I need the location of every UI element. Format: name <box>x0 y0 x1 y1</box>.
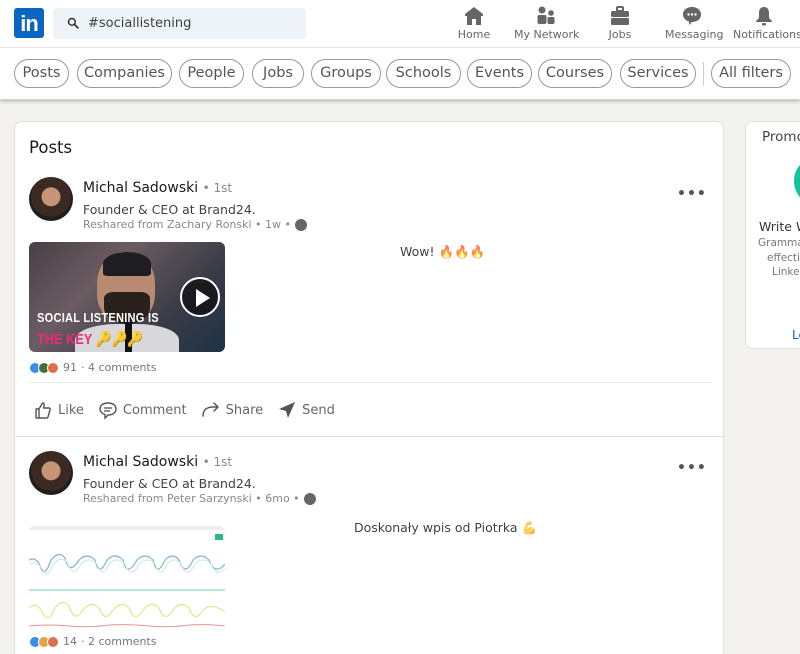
post-author[interactable]: Michal Sadowski • 1st <box>83 180 232 196</box>
filter-posts[interactable]: Posts <box>14 59 69 88</box>
bell-icon <box>756 7 772 26</box>
comment-icon <box>99 402 117 420</box>
social-counts[interactable]: 91 · 4 comments <box>29 361 156 374</box>
all-filters-button[interactable]: All filters <box>711 59 791 88</box>
promo-learn-more-link[interactable]: Le <box>792 328 800 342</box>
promoted-card[interactable]: Promoted Write W Grammar effectiv Linked… <box>745 121 800 349</box>
thumbnail-badge <box>215 534 223 540</box>
analytics-chart-thumbnail <box>29 534 225 628</box>
post-actions: Like Comment Share Send <box>29 400 345 420</box>
post-image[interactable] <box>29 526 225 630</box>
comment-button[interactable]: Comment <box>94 400 191 420</box>
post-video[interactable]: SOCIAL LISTENING IS THE KEY 🔑🔑🔑 <box>29 242 225 352</box>
posts-results-card: Posts Michal Sadowski • 1st Founder & CE… <box>14 121 724 654</box>
search-input[interactable]: #sociallistening <box>53 8 306 39</box>
more-options-button[interactable]: ••• <box>677 460 707 476</box>
post-text: Doskonały wpis od Piotrka 💪 <box>354 520 538 535</box>
nav-messaging[interactable]: Messaging <box>665 4 724 44</box>
author-headline: Founder & CEO at Brand24. <box>83 202 256 217</box>
filter-courses[interactable]: Courses <box>538 59 612 88</box>
filter-jobs[interactable]: Jobs <box>252 59 304 88</box>
globe-icon <box>303 492 316 505</box>
send-button[interactable]: Send <box>273 400 339 420</box>
video-caption-line2: THE KEY 🔑🔑🔑 <box>37 331 144 348</box>
promo-description-line: effectiv <box>767 252 800 264</box>
chart-series-line <box>29 601 225 619</box>
promo-logo <box>794 156 800 206</box>
globe-icon <box>295 218 308 231</box>
post-separator <box>15 436 723 437</box>
connection-degree: • 1st <box>202 181 233 195</box>
comment-count[interactable]: · 2 comments <box>81 635 156 648</box>
nav-my-network[interactable]: My Network <box>514 4 580 44</box>
filter-divider <box>703 62 704 86</box>
reshare-info: Reshared from Zachary Ronski • 1w • <box>83 218 292 231</box>
nav-jobs[interactable]: Jobs <box>604 4 636 44</box>
comment-count[interactable]: · 4 comments <box>81 361 156 374</box>
nav-jobs-label: Jobs <box>608 28 632 41</box>
love-reaction-icon <box>47 635 59 648</box>
filter-services[interactable]: Services <box>620 59 696 88</box>
top-navigation-bar: in #sociallistening Home My Network Jobs… <box>0 0 800 48</box>
filter-people[interactable]: People <box>179 59 244 88</box>
chart-series-line <box>29 558 225 575</box>
results-section-title: Posts <box>29 138 73 157</box>
filter-companies[interactable]: Companies <box>77 59 172 88</box>
filter-groups[interactable]: Groups <box>311 59 381 88</box>
love-reaction-icon <box>47 361 59 374</box>
home-icon <box>465 7 483 25</box>
briefcase-icon <box>611 6 629 25</box>
reaction-count[interactable]: 14 <box>63 635 77 648</box>
send-icon <box>279 402 296 418</box>
author-avatar[interactable] <box>29 451 73 495</box>
search-icon <box>67 17 79 29</box>
like-label: Like <box>58 402 84 418</box>
network-icon <box>537 6 555 24</box>
comment-label: Comment <box>122 402 187 418</box>
video-caption-line1: SOCIAL LISTENING IS <box>37 310 159 325</box>
video-thumbnail-shape <box>103 252 151 276</box>
share-label: Share <box>225 402 264 418</box>
post-text: Wow! 🔥🔥🔥 <box>400 244 486 259</box>
social-counts[interactable]: 14 · 2 comments <box>29 635 156 648</box>
author-name[interactable]: Michal Sadowski <box>83 180 198 196</box>
filter-schools[interactable]: Schools <box>386 59 461 88</box>
promoted-title: Promoted <box>762 129 800 145</box>
post-meta: Reshared from Zachary Ronski • 1w • <box>83 218 308 231</box>
author-name[interactable]: Michal Sadowski <box>83 454 198 470</box>
post-author[interactable]: Michal Sadowski • 1st <box>83 454 232 470</box>
nav-notifications-label: Notifications <box>733 28 800 41</box>
nav-home[interactable]: Home <box>455 4 493 44</box>
messaging-icon <box>683 7 701 25</box>
linkedin-logo[interactable]: in <box>14 8 44 38</box>
share-icon <box>201 402 219 417</box>
nav-my-network-label: My Network <box>514 28 580 41</box>
send-label: Send <box>302 402 335 418</box>
chart-series-line <box>29 624 225 628</box>
nav-home-label: Home <box>457 28 491 41</box>
post-divider <box>29 382 711 383</box>
nav-notifications[interactable]: Notifications <box>733 4 800 44</box>
search-filter-bar: Posts Companies People Jobs Groups Schoo… <box>0 48 800 100</box>
search-query-text: #sociallistening <box>88 16 192 31</box>
connection-degree: • 1st <box>202 455 233 469</box>
filter-events[interactable]: Events <box>467 59 532 88</box>
promo-description-line: Grammar <box>758 237 800 249</box>
post-meta: Reshared from Peter Sarzynski • 6mo • <box>83 492 316 505</box>
reshare-info: Reshared from Peter Sarzynski • 6mo • <box>83 492 300 505</box>
author-headline: Founder & CEO at Brand24. <box>83 476 256 491</box>
nav-messaging-label: Messaging <box>665 28 724 41</box>
thumbs-up-icon <box>35 402 51 419</box>
promo-heading: Write W <box>759 219 800 234</box>
share-button[interactable]: Share <box>197 400 268 420</box>
more-options-button[interactable]: ••• <box>677 186 707 202</box>
reaction-count[interactable]: 91 <box>63 361 77 374</box>
play-icon[interactable] <box>180 277 220 317</box>
author-avatar[interactable] <box>29 177 73 221</box>
like-button[interactable]: Like <box>29 400 88 420</box>
promo-description-line: Linked <box>772 266 800 278</box>
